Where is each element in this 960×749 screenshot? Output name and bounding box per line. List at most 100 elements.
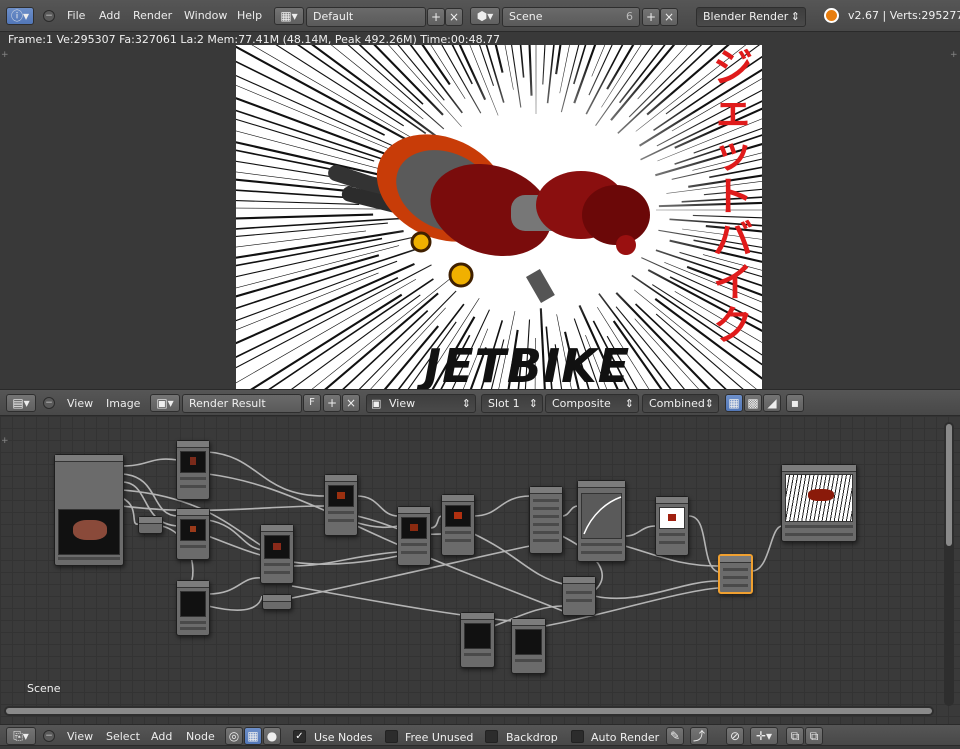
- scene-icon[interactable]: ⬢▾: [470, 7, 500, 25]
- node-mix-output[interactable]: [562, 576, 596, 616]
- add-layout-icon[interactable]: +: [427, 8, 445, 26]
- node-preview-image: [58, 509, 120, 555]
- image-browse-icon[interactable]: ▣▾: [150, 394, 180, 412]
- node-image-viewer[interactable]: [176, 440, 210, 500]
- draw-color-alpha-icon[interactable]: ▦: [725, 394, 743, 412]
- pin-icon[interactable]: ✎: [666, 727, 684, 745]
- draw-z-buffer-icon[interactable]: ◢: [763, 394, 781, 412]
- dropdown-arrows-icon: ⇕: [704, 397, 714, 410]
- menu-file[interactable]: File: [67, 0, 85, 32]
- composite-output-node[interactable]: [781, 464, 857, 542]
- node-blur[interactable]: [260, 524, 294, 584]
- render-engine-label: Blender Render: [703, 10, 789, 23]
- node-editor-type-icon[interactable]: ⎘▾: [6, 727, 36, 745]
- node-active-mix[interactable]: [718, 554, 753, 594]
- slot-dropdown[interactable]: Slot 1 ⇕: [481, 394, 543, 413]
- katakana-char: ク: [713, 303, 753, 349]
- snap-element-icon[interactable]: ✛▾: [750, 727, 778, 745]
- menu-render[interactable]: Render: [133, 0, 172, 32]
- render-result-image[interactable]: ジ ェ ッ ト バ イ ク JETBIKE: [236, 45, 762, 389]
- menu-help[interactable]: Help: [237, 0, 262, 32]
- layer-dropdown[interactable]: Composite ⇕: [545, 394, 639, 413]
- collapse-menu-icon[interactable]: −: [43, 730, 55, 742]
- screen-layout-field[interactable]: Default: [306, 7, 426, 27]
- node-texture-checker[interactable]: [511, 618, 546, 674]
- collapse-menu-icon[interactable]: −: [43, 10, 55, 22]
- katakana-char: ッ: [713, 131, 753, 177]
- add-scene-icon[interactable]: +: [642, 8, 660, 26]
- node-preview-image: [328, 485, 354, 507]
- node-texture[interactable]: [176, 580, 210, 636]
- menu-window[interactable]: Window: [184, 0, 227, 32]
- node-preview-image: [401, 517, 427, 539]
- vertical-scrollbar[interactable]: [944, 422, 954, 706]
- menu-select[interactable]: Select: [106, 725, 140, 749]
- backdrop-checkbox[interactable]: [485, 730, 498, 743]
- texture-nodes-icon[interactable]: ●: [263, 727, 281, 745]
- render-engine-dropdown[interactable]: Blender Render ⇕: [696, 7, 806, 27]
- screen-layout-icon[interactable]: ▦▾: [274, 7, 304, 25]
- add-image-icon[interactable]: +: [323, 394, 341, 412]
- node-texture-lines[interactable]: [460, 612, 495, 668]
- katakana-char: ト: [713, 174, 753, 220]
- node-color-mix[interactable]: [397, 506, 431, 566]
- fake-user-button[interactable]: F: [303, 394, 321, 412]
- node-preview-image: [180, 519, 206, 541]
- parent-node-tree-icon[interactable]: ⤴: [690, 727, 708, 745]
- use-nodes-checkbox[interactable]: ✓: [293, 730, 306, 743]
- image-pin-icon[interactable]: ▪: [786, 394, 804, 412]
- menu-view[interactable]: View: [67, 390, 93, 417]
- area-corner-icon[interactable]: +: [1, 50, 9, 60]
- menu-node[interactable]: Node: [186, 725, 215, 749]
- unlink-image-icon[interactable]: ×: [342, 394, 360, 412]
- katakana-char: ェ: [713, 88, 753, 134]
- menu-view[interactable]: View: [67, 725, 93, 749]
- view-mode-icon: ▣: [371, 397, 382, 410]
- compositing-nodes-icon[interactable]: ▦: [244, 727, 262, 745]
- node-image-pre-composite[interactable]: [655, 496, 689, 556]
- link-icon[interactable]: ⊘: [726, 727, 744, 745]
- jetbike-title: JETBIKE: [424, 339, 631, 389]
- info-editor-type-icon[interactable]: ⓘ▾: [6, 7, 34, 25]
- scrollbar-thumb[interactable]: [946, 424, 952, 546]
- dropdown-arrows-icon: ⇕: [461, 397, 471, 410]
- node-color-balance[interactable]: [529, 486, 563, 554]
- node-image-viewer[interactable]: [176, 508, 210, 560]
- node-small-mix[interactable]: [138, 516, 163, 534]
- view-mode-dropdown[interactable]: ▣ View ⇕: [366, 394, 476, 413]
- node-preview-image: [180, 591, 206, 617]
- node-preview-image: [659, 507, 685, 529]
- node-editor-area[interactable]: + Scene: [0, 416, 960, 724]
- node-filter[interactable]: [324, 474, 358, 536]
- view-mode-label: View: [389, 397, 416, 410]
- auto-render-checkbox[interactable]: [571, 730, 584, 743]
- area-corner-icon[interactable]: +: [950, 50, 958, 60]
- node-rgb-curves[interactable]: [577, 480, 626, 562]
- copy-nodes-icon[interactable]: ⧉: [786, 727, 804, 745]
- delete-layout-icon[interactable]: ×: [445, 8, 463, 26]
- pass-dropdown[interactable]: Combined ⇕: [642, 394, 719, 413]
- node-glare[interactable]: [441, 494, 475, 556]
- collapse-menu-icon[interactable]: −: [43, 397, 55, 409]
- menu-add[interactable]: Add: [99, 0, 120, 32]
- node-small-alpha[interactable]: [262, 594, 292, 610]
- paste-nodes-icon[interactable]: ⧉: [805, 727, 823, 745]
- image-name-field[interactable]: Render Result: [182, 394, 302, 413]
- slot-label: Slot 1: [488, 397, 520, 410]
- image-editor-type-icon[interactable]: ▤▾: [6, 394, 36, 412]
- node-links: [121, 451, 783, 627]
- katakana-title: ジ ェ ッ ト バ イ ク: [704, 47, 762, 348]
- menu-add[interactable]: Add: [151, 725, 172, 749]
- render-layers-node[interactable]: [54, 454, 124, 566]
- horizontal-scrollbar[interactable]: [4, 706, 934, 716]
- shader-nodes-icon[interactable]: ◎: [225, 727, 243, 745]
- node-preview-image: [785, 474, 853, 522]
- draw-alpha-icon[interactable]: ▩: [744, 394, 762, 412]
- free-unused-checkbox[interactable]: [385, 730, 398, 743]
- scene-field[interactable]: Scene 6: [502, 7, 640, 27]
- delete-scene-icon[interactable]: ×: [660, 8, 678, 26]
- dropdown-arrows-icon: ⇕: [528, 397, 538, 410]
- curve-graph[interactable]: [581, 493, 622, 539]
- menu-image[interactable]: Image: [106, 390, 140, 417]
- scrollbar-thumb[interactable]: [6, 708, 932, 714]
